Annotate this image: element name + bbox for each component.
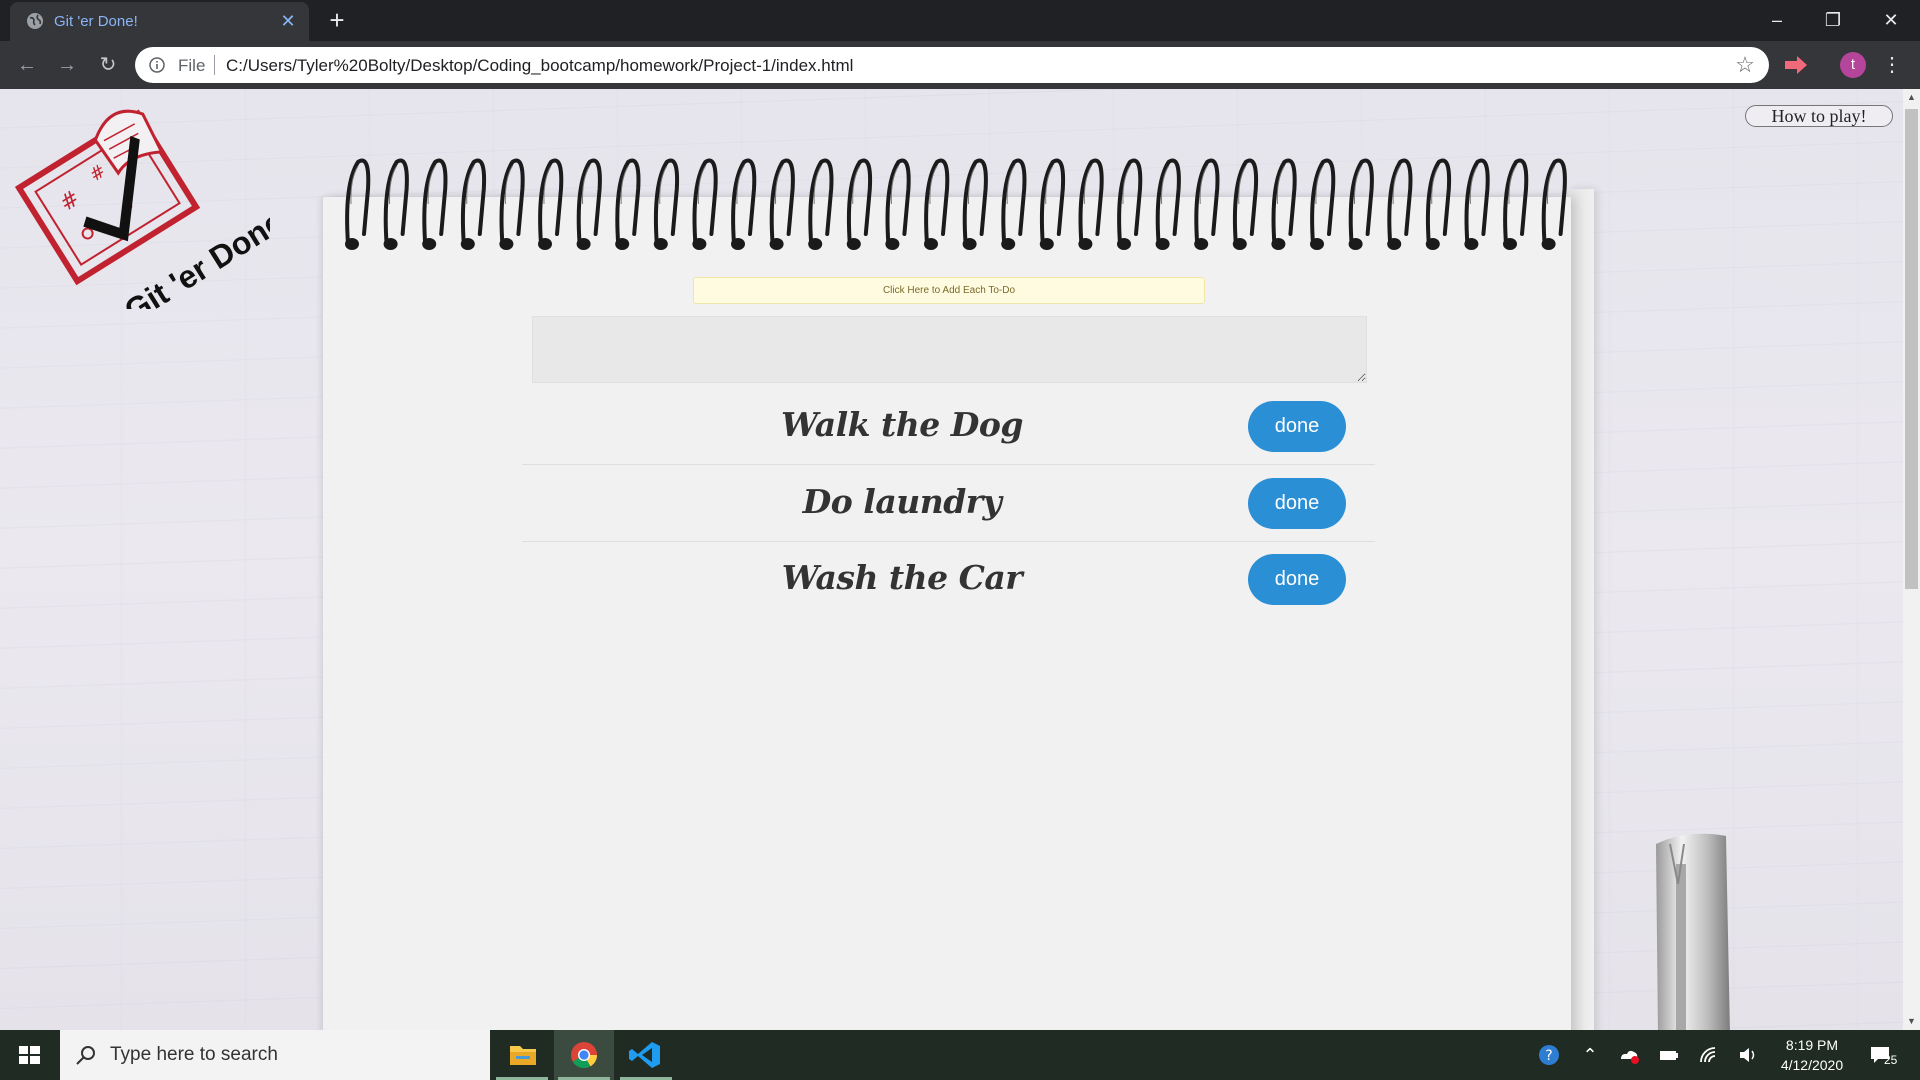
onedrive-icon[interactable] <box>1617 1043 1641 1067</box>
spiral-ring <box>1194 158 1220 250</box>
spiral-ring <box>924 158 950 250</box>
volume-icon[interactable] <box>1736 1043 1760 1067</box>
spiral-ring <box>499 158 525 250</box>
bookmark-star-icon[interactable]: ☆ <box>1733 53 1757 77</box>
extension-icon[interactable] <box>1783 53 1809 77</box>
todo-item: Wash the Car done <box>522 542 1375 618</box>
battery-icon[interactable] <box>1657 1043 1681 1067</box>
windows-taskbar: Type here to search ? ⌃ 8:19 PM 4/12/202… <box>0 1030 1920 1080</box>
todo-text: Wash the Car <box>781 558 1023 597</box>
address-bar[interactable]: File C:/Users/Tyler%20Bolty/Desktop/Codi… <box>135 47 1769 83</box>
spiral-ring <box>1310 158 1336 250</box>
minimize-button[interactable]: – <box>1749 0 1805 40</box>
spiral-ring <box>1425 158 1452 250</box>
page-scrollbar[interactable]: ▲ ▼ <box>1903 89 1920 1030</box>
done-button[interactable]: done <box>1248 554 1346 605</box>
notebook-page-edge <box>1568 189 1594 1030</box>
search-placeholder: Type here to search <box>110 1044 278 1065</box>
spiral-ring <box>769 158 795 250</box>
file-scheme-label: File <box>178 56 206 75</box>
spiral-ring <box>1078 158 1104 250</box>
browser-tab[interactable]: Git 'er Done! ✕ <box>10 2 309 41</box>
spiral-ring <box>692 158 718 250</box>
spiral-ring <box>1387 158 1413 250</box>
spiral-ring <box>808 158 834 250</box>
done-button[interactable]: done <box>1248 478 1346 529</box>
spiral-ring <box>345 158 371 250</box>
info-icon[interactable] <box>149 57 165 73</box>
system-clock[interactable]: 8:19 PM 4/12/2020 <box>1770 1035 1854 1075</box>
svg-text:?: ? <box>1545 1048 1552 1064</box>
logo-text: Git 'er Done! <box>118 197 270 309</box>
windows-start-icon[interactable] <box>0 1030 58 1080</box>
todo-text: Walk the Dog <box>781 405 1023 444</box>
spiral-ring <box>1348 158 1374 250</box>
search-icon <box>76 1046 95 1065</box>
spiral-ring <box>383 158 409 250</box>
spiral-ring <box>1271 158 1297 250</box>
address-separator <box>214 55 215 75</box>
browser-toolbar: ← → ↻ File C:/Users/Tyler%20Bolty/Deskto… <box>0 41 1920 89</box>
back-arrow-icon[interactable]: ← <box>14 52 40 78</box>
spiral-ring <box>1039 158 1066 250</box>
spiral-ring <box>1001 158 1027 250</box>
spiral-ring <box>1541 158 1567 250</box>
reload-icon[interactable]: ↻ <box>95 52 121 78</box>
help-icon[interactable]: ? <box>1537 1043 1561 1067</box>
page-viewport: # # Git 'er Done! How to play! Click Her… <box>0 89 1920 1030</box>
window-close-button[interactable]: ✕ <box>1863 0 1919 40</box>
spiral-ring <box>538 158 564 250</box>
spiral-ring <box>615 158 641 250</box>
clock-time: 8:19 PM <box>1785 1037 1839 1053</box>
svg-text:#: # <box>86 160 110 186</box>
app-logo: # # Git 'er Done! <box>14 109 270 309</box>
spiral-ring <box>1117 158 1143 250</box>
todo-item: Do laundry done <box>522 466 1375 542</box>
chrome-icon[interactable] <box>554 1030 614 1080</box>
spiral-ring <box>731 158 757 250</box>
pen-decoration <box>1656 833 1730 1030</box>
tab-title: Git 'er Done! <box>54 13 138 30</box>
spiral-binding <box>345 158 1567 250</box>
wifi-icon[interactable] <box>1697 1043 1721 1067</box>
notification-center[interactable]: 25 <box>1868 1043 1902 1069</box>
scroll-up-arrow-icon[interactable]: ▲ <box>1903 89 1920 106</box>
spiral-ring <box>422 158 448 250</box>
spiral-ring <box>1232 158 1259 250</box>
scroll-thumb[interactable] <box>1905 109 1918 589</box>
profile-avatar[interactable]: t <box>1840 52 1866 78</box>
spiral-ring <box>846 158 873 250</box>
spiral-ring <box>962 158 988 250</box>
spiral-ring <box>576 158 602 250</box>
url-text[interactable]: C:/Users/Tyler%20Bolty/Desktop/Coding_bo… <box>226 56 853 76</box>
todo-text: Do laundry <box>802 482 1002 521</box>
taskbar-search[interactable]: Type here to search <box>60 1030 490 1080</box>
notification-count: 25 <box>1884 1053 1898 1067</box>
done-button[interactable]: done <box>1248 401 1346 452</box>
scroll-down-arrow-icon[interactable]: ▼ <box>1903 1013 1920 1030</box>
spiral-ring <box>460 158 487 250</box>
clock-date: 4/12/2020 <box>1780 1057 1844 1073</box>
new-tab-button[interactable]: + <box>323 7 351 35</box>
spiral-ring <box>885 158 911 250</box>
todo-input[interactable] <box>532 316 1367 383</box>
spiral-ring <box>1464 158 1490 250</box>
more-menu-icon[interactable]: ⋮ <box>1882 52 1902 78</box>
chevron-up-icon[interactable]: ⌃ <box>1578 1043 1602 1067</box>
forward-arrow-icon[interactable]: → <box>54 52 80 78</box>
restore-button[interactable]: ❐ <box>1805 0 1861 40</box>
file-explorer-icon[interactable] <box>492 1030 552 1080</box>
spiral-ring <box>653 158 680 250</box>
browser-tab-bar: Git 'er Done! ✕ + – ❐ ✕ <box>0 0 1920 41</box>
spiral-ring <box>1155 158 1181 250</box>
add-todo-button[interactable]: Click Here to Add Each To-Do <box>693 277 1205 304</box>
close-icon[interactable]: ✕ <box>277 10 299 32</box>
vscode-icon[interactable] <box>616 1030 676 1080</box>
svg-text:#: # <box>56 186 85 217</box>
globe-icon <box>27 13 43 29</box>
spiral-ring <box>1503 158 1529 250</box>
how-to-play-button[interactable]: How to play! <box>1745 105 1893 127</box>
todo-item: Walk the Dog done <box>522 389 1375 465</box>
